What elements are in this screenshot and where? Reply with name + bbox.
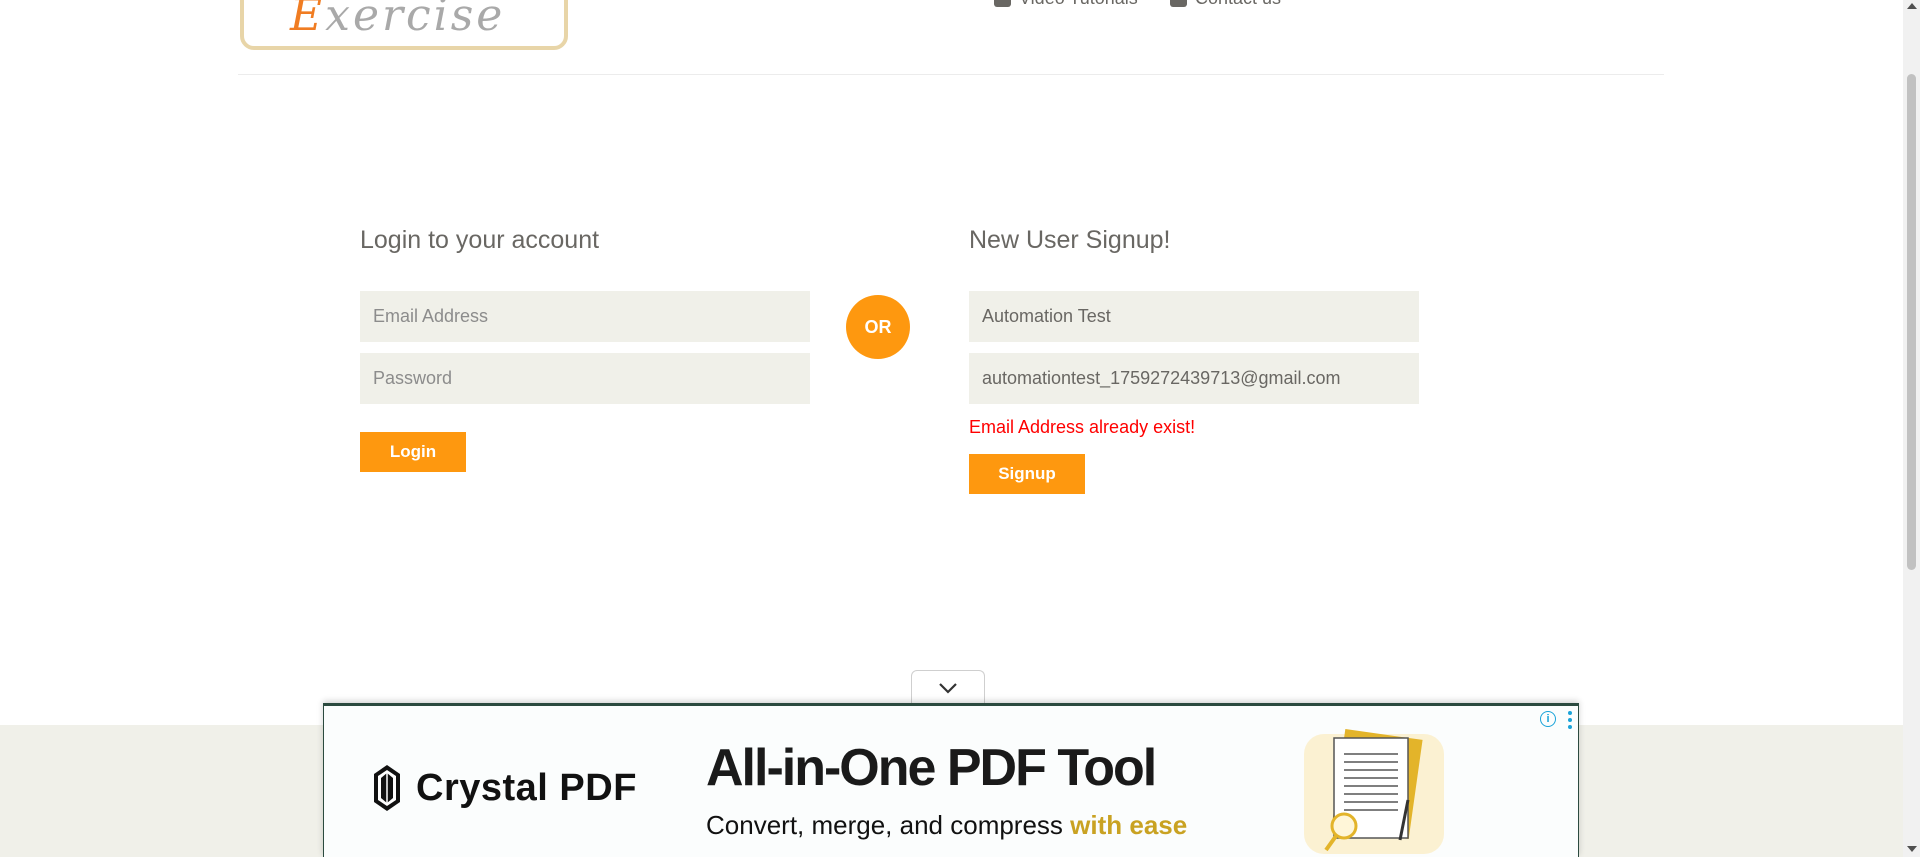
or-divider: OR bbox=[846, 295, 910, 359]
ad-subtext: Convert, merge, and compress with ease bbox=[706, 810, 1187, 841]
login-email-input[interactable] bbox=[360, 291, 810, 342]
ad-brand-name: Crystal PDF bbox=[416, 766, 637, 809]
ad-info-icon[interactable]: i bbox=[1540, 711, 1556, 727]
ad-collapse-toggle[interactable] bbox=[911, 670, 985, 704]
signup-name-input[interactable] bbox=[969, 291, 1419, 342]
scroll-down-arrow-icon[interactable] bbox=[1907, 846, 1917, 852]
ad-banner[interactable]: Crystal PDF All-in-One PDF Tool Convert,… bbox=[323, 703, 1579, 857]
nav-video-tutorials-label: Video Tutorials bbox=[1019, 0, 1138, 9]
documents-illustration-icon bbox=[1304, 729, 1444, 854]
login-password-input[interactable] bbox=[360, 353, 810, 404]
signup-email-input[interactable] bbox=[969, 353, 1419, 404]
scroll-up-arrow-icon[interactable] bbox=[1907, 3, 1917, 9]
ad-headline: All-in-One PDF Tool bbox=[706, 739, 1157, 797]
ad-brand: Crystal PDF bbox=[372, 764, 637, 812]
nav-video-tutorials[interactable]: Video Tutorials bbox=[994, 0, 1138, 9]
nav-contact-us[interactable]: Contact us bbox=[1170, 0, 1281, 9]
envelope-icon bbox=[1170, 0, 1187, 7]
nav-contact-us-label: Contact us bbox=[1195, 0, 1281, 9]
login-button[interactable]: Login bbox=[360, 432, 466, 472]
signup-button[interactable]: Signup bbox=[969, 454, 1085, 494]
ad-subtext-accent: with ease bbox=[1070, 810, 1188, 840]
youtube-icon bbox=[994, 0, 1011, 7]
ad-subtext-main: Convert, merge, and compress bbox=[706, 810, 1063, 840]
signup-error-message: Email Address already exist! bbox=[969, 417, 1196, 437]
header-divider bbox=[238, 74, 1664, 75]
scroll-thumb[interactable] bbox=[1907, 74, 1916, 570]
signup-title: New User Signup! bbox=[969, 226, 1171, 254]
crystal-logo-icon bbox=[374, 765, 400, 811]
logo-initial: E bbox=[290, 0, 326, 41]
login-title: Login to your account bbox=[360, 226, 600, 254]
logo-text: Exercise bbox=[290, 0, 505, 38]
ad-more-options-icon[interactable] bbox=[1568, 711, 1572, 729]
site-logo[interactable]: Exercise bbox=[240, 0, 568, 50]
page-scrollbar[interactable] bbox=[1903, 0, 1920, 857]
chevron-down-icon bbox=[939, 682, 957, 694]
logo-rest: xercise bbox=[325, 0, 506, 41]
